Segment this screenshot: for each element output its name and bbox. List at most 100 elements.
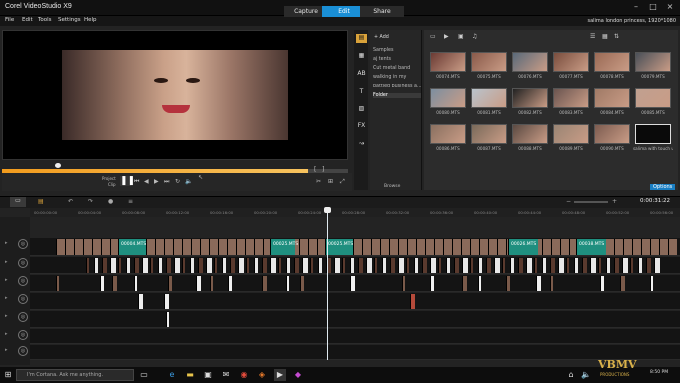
timeline-clip[interactable] bbox=[350, 276, 355, 291]
timeline-clip[interactable] bbox=[286, 258, 290, 273]
timeline-clip[interactable] bbox=[542, 258, 546, 273]
track-lock-icon[interactable]: ▸ bbox=[5, 331, 8, 337]
timeline-clip[interactable] bbox=[382, 258, 386, 273]
timeline-clip[interactable] bbox=[558, 258, 564, 273]
timeline-clip[interactable] bbox=[182, 239, 191, 255]
chrome-icon[interactable]: ◉ bbox=[238, 369, 250, 381]
storyboard-view-icon[interactable]: ▭ bbox=[10, 197, 26, 207]
timeline-clip[interactable] bbox=[560, 239, 569, 255]
playhead-handle[interactable] bbox=[324, 207, 331, 213]
title-icon[interactable]: T bbox=[356, 88, 367, 97]
prev-frame-icon[interactable]: ◀ bbox=[144, 178, 149, 185]
timeline-clip[interactable] bbox=[310, 258, 313, 273]
menu-settings[interactable]: Settings bbox=[58, 17, 81, 23]
overlay-track-3[interactable] bbox=[30, 293, 680, 310]
media-thumbnail[interactable] bbox=[512, 124, 548, 144]
timeline-clip[interactable] bbox=[86, 258, 89, 273]
timeline-clip[interactable] bbox=[402, 276, 405, 291]
timeline-clip[interactable] bbox=[206, 258, 212, 273]
timeline-clip[interactable] bbox=[430, 276, 434, 291]
title-track[interactable] bbox=[30, 329, 680, 344]
timeline-clip[interactable] bbox=[510, 258, 514, 273]
timeline-clip[interactable] bbox=[605, 239, 614, 255]
track-visibility-icon[interactable]: ◎ bbox=[18, 276, 28, 286]
media-thumbnail[interactable] bbox=[553, 124, 589, 144]
timeline-clip[interactable] bbox=[478, 258, 482, 273]
timeline-clip[interactable] bbox=[446, 258, 450, 273]
project-mode-label[interactable]: Project bbox=[102, 176, 116, 181]
timeline-clip[interactable] bbox=[142, 258, 148, 273]
sort-icon[interactable]: ⇅ bbox=[614, 33, 619, 40]
timeline-clip[interactable] bbox=[342, 258, 345, 273]
timeline-clip[interactable] bbox=[190, 258, 194, 273]
folder-aj-tents[interactable]: aj tents bbox=[373, 57, 391, 62]
folder-cut-metal-band[interactable]: Cut metal band bbox=[373, 66, 410, 71]
timeline-clip[interactable] bbox=[334, 258, 340, 273]
timeline-clip[interactable] bbox=[542, 239, 551, 255]
timeline-clip[interactable] bbox=[262, 258, 267, 273]
timeline-clip[interactable] bbox=[101, 239, 110, 255]
folder-icon[interactable]: ▭ bbox=[430, 33, 436, 40]
timeline-clip[interactable] bbox=[470, 239, 479, 255]
timeline-clip[interactable] bbox=[407, 239, 416, 255]
overlay-track-4[interactable] bbox=[30, 311, 680, 328]
timeline-clip[interactable] bbox=[300, 276, 304, 291]
main-clip[interactable]: 00038.MTS bbox=[576, 239, 606, 255]
timeline-clip[interactable] bbox=[632, 239, 641, 255]
timeline-clip[interactable] bbox=[191, 239, 200, 255]
timeline-clip[interactable] bbox=[659, 239, 668, 255]
timeline-clip[interactable] bbox=[126, 258, 130, 273]
file-explorer-icon[interactable]: ▬ bbox=[184, 369, 196, 381]
timeline-clip[interactable] bbox=[668, 239, 677, 255]
timeline-clip[interactable] bbox=[286, 276, 289, 291]
timeline-clip[interactable] bbox=[518, 258, 523, 273]
minimize-button[interactable]: – bbox=[630, 2, 642, 12]
timeline-clip[interactable] bbox=[461, 239, 470, 255]
zoom-out-icon[interactable]: − bbox=[566, 198, 571, 205]
timeline-clip[interactable] bbox=[574, 258, 578, 273]
timeline-clip[interactable] bbox=[425, 239, 434, 255]
timeline-clip[interactable] bbox=[650, 239, 659, 255]
timeline-clip[interactable] bbox=[168, 276, 172, 291]
media-thumbnail[interactable] bbox=[430, 88, 466, 108]
timeline-clip[interactable] bbox=[228, 276, 232, 291]
timeline-clip[interactable] bbox=[182, 258, 185, 273]
folder-folder[interactable]: Folder bbox=[373, 93, 421, 98]
network-icon[interactable]: ⌂ bbox=[565, 369, 577, 381]
media-thumbnail[interactable] bbox=[430, 52, 466, 72]
main-clip[interactable]: 00025.MTS bbox=[270, 239, 298, 255]
timeline-clip[interactable] bbox=[238, 258, 244, 273]
track-lock-icon[interactable]: ▸ bbox=[5, 313, 8, 319]
audio-filter-icon[interactable]: ♫ bbox=[472, 33, 477, 40]
timeline-clip[interactable] bbox=[494, 258, 500, 273]
media-thumbnail[interactable] bbox=[594, 88, 630, 108]
timeline-clip[interactable] bbox=[350, 258, 354, 273]
main-clip[interactable]: 00004.MTS bbox=[118, 239, 146, 255]
timeline-clip[interactable] bbox=[606, 258, 610, 273]
playhead[interactable] bbox=[327, 208, 328, 360]
pause-icon[interactable]: ❚❚ bbox=[120, 176, 135, 186]
timeline-clip[interactable] bbox=[390, 258, 395, 273]
timeline-clip[interactable] bbox=[598, 258, 601, 273]
timeline-clip[interactable] bbox=[638, 258, 642, 273]
timeline-clip[interactable] bbox=[254, 239, 263, 255]
folder-samples[interactable]: Samples bbox=[373, 48, 394, 53]
timeline-clip[interactable] bbox=[134, 258, 139, 273]
timeline-clip[interactable] bbox=[246, 258, 249, 273]
list-view-icon[interactable]: ☰ bbox=[590, 33, 595, 40]
menu-help[interactable]: Help bbox=[84, 17, 97, 23]
timeline-clip[interactable] bbox=[654, 258, 660, 273]
clip-mode-label[interactable]: Clip bbox=[108, 182, 116, 187]
zoom-preview-icon[interactable]: ⊞ bbox=[328, 178, 333, 185]
timeline-clip[interactable] bbox=[56, 239, 65, 255]
main-clip[interactable]: 00026.MTS bbox=[508, 239, 538, 255]
timeline-clip[interactable] bbox=[650, 276, 653, 291]
timeline-clip[interactable] bbox=[582, 258, 587, 273]
zoom-slider[interactable] bbox=[574, 201, 608, 203]
volume-icon[interactable]: 🔈 bbox=[185, 178, 192, 185]
track-lock-icon[interactable]: ▸ bbox=[5, 295, 8, 301]
track-visibility-icon[interactable]: ◎ bbox=[18, 239, 28, 249]
timeline-clip[interactable] bbox=[92, 239, 101, 255]
timeline-clip[interactable] bbox=[102, 258, 107, 273]
timeline-clip[interactable] bbox=[371, 239, 380, 255]
